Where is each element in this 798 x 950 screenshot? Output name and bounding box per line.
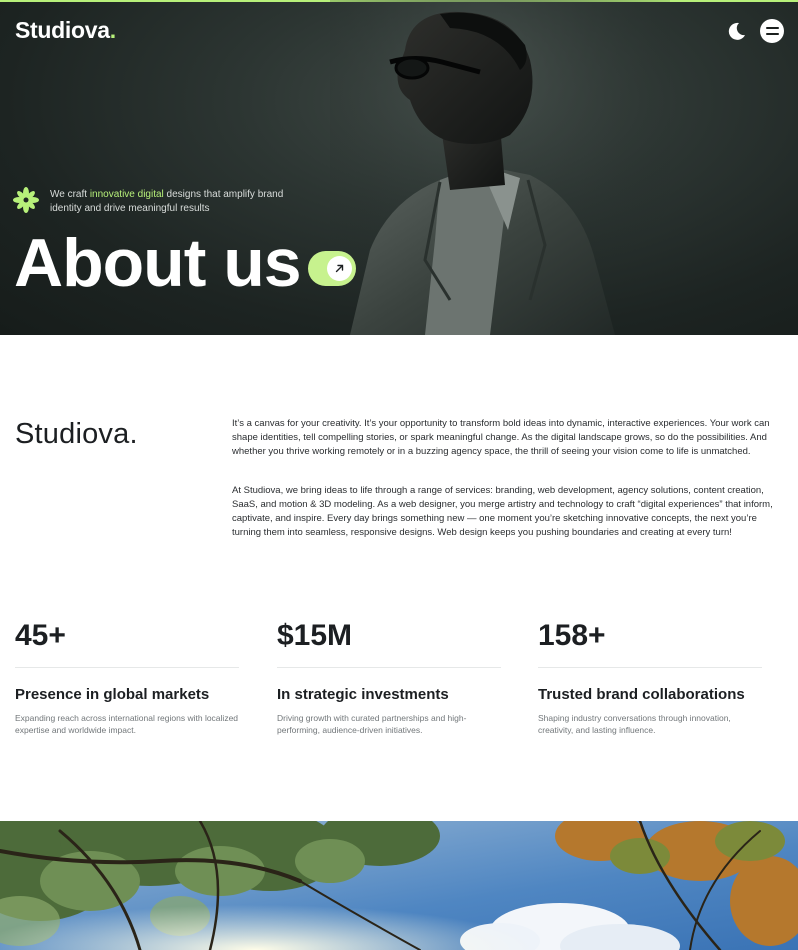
stat-title: Trusted brand collaborations [538, 686, 745, 703]
page-title: About us [14, 225, 302, 301]
menu-icon-bar-bottom [765, 33, 779, 35]
stat-card: 158+ Trusted brand collaborations Shapin… [538, 615, 766, 736]
trees-sky-image [0, 821, 798, 950]
tagline-text-start: We craft [50, 189, 90, 200]
stat-value: 45+ [15, 619, 66, 652]
about-paragraph-2: At Studiova, we bring ideas to life thro… [232, 485, 773, 538]
stat-description: Driving growth with curated partnerships… [277, 713, 467, 735]
stat-description: Expanding reach across international reg… [15, 713, 239, 735]
moon-icon [728, 22, 745, 40]
stat-value: $15M [277, 619, 353, 652]
stat-divider [15, 667, 239, 668]
stat-card: $15M In strategic investments Driving gr… [277, 615, 505, 736]
menu-button[interactable] [760, 19, 784, 43]
stat-title: Presence in global markets [15, 686, 210, 703]
stat-description: Shaping industry conversations through i… [538, 713, 731, 735]
hero-portrait-image [330, 0, 670, 335]
hero-tagline: We craft innovative digital designs that… [50, 188, 300, 216]
stat-divider [538, 667, 762, 668]
hero-section: Studiova. We craft innovative digital de… [0, 0, 798, 335]
logo-dot: . [109, 17, 116, 43]
stat-card: 45+ Presence in global markets Expanding… [15, 615, 243, 736]
cta-knob [327, 256, 352, 281]
stat-title: In strategic investments [277, 686, 449, 703]
menu-icon-bar-top [765, 27, 779, 29]
arrow-up-right-icon [335, 264, 344, 273]
site-logo[interactable]: Studiova. [15, 17, 116, 44]
theme-toggle-button[interactable] [725, 20, 747, 42]
stat-divider [277, 667, 501, 668]
stat-value: 158+ [538, 619, 606, 652]
tagline-highlight: innovative digital [89, 189, 164, 200]
hero-cta-toggle[interactable] [308, 251, 356, 286]
asterisk-icon [13, 187, 39, 213]
about-brand-heading: Studiova. [15, 418, 138, 450]
about-paragraph-1: It’s a canvas for your creativity. It’s … [232, 418, 770, 457]
logo-text: Studiova [15, 17, 110, 43]
